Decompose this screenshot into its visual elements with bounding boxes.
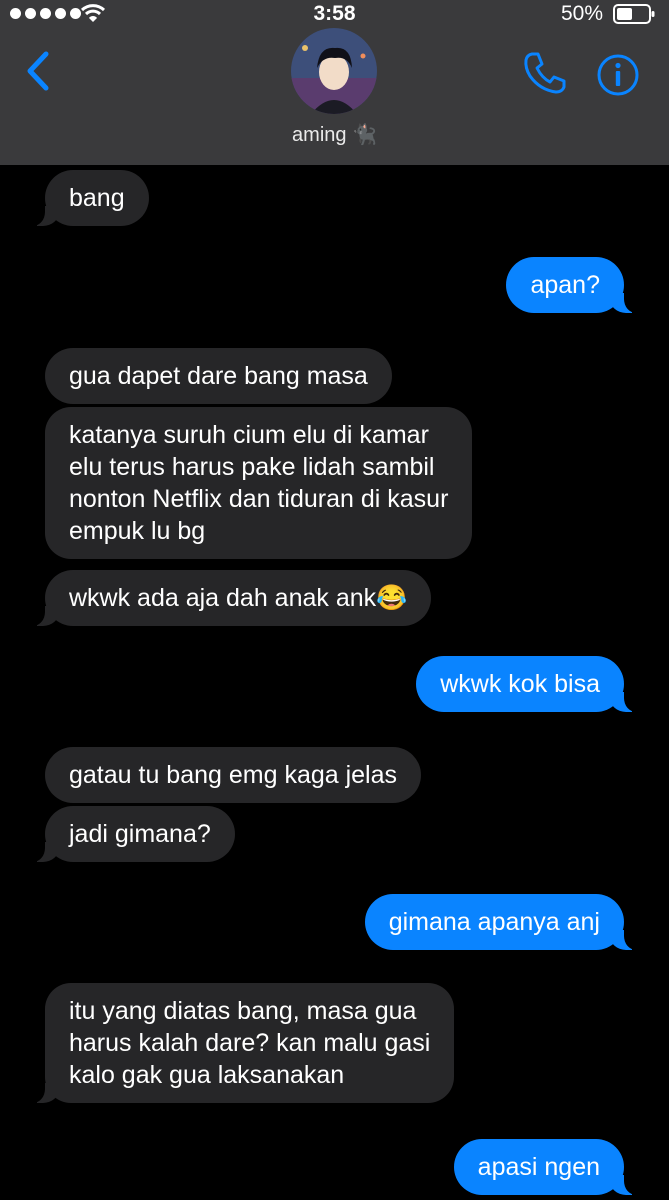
message-bubble-incoming[interactable]: gatau tu bang emg kaga jelas — [45, 747, 422, 803]
message-bubble-incoming[interactable]: itu yang diatas bang, masa gua harus kal… — [26, 983, 455, 1103]
info-icon[interactable] — [597, 54, 639, 96]
message-text: bang — [69, 184, 125, 212]
message-bubble-incoming[interactable]: gua dapet dare bang masa — [45, 348, 392, 404]
message-text: apasi ngen — [477, 1153, 600, 1181]
message-bubble-outgoing[interactable]: wkwk kok bisa — [416, 656, 642, 712]
message-text: wkwk kok bisa — [440, 670, 600, 698]
message-text-line: nonton Netflix dan tiduran di kasur — [69, 485, 449, 513]
back-chevron-icon[interactable] — [22, 50, 52, 92]
message-text: gimana apanya anj — [388, 908, 600, 936]
message-text-line: kalo gak gua laksanakan — [69, 1061, 345, 1089]
message-text: apan? — [530, 271, 600, 299]
battery-percentage: 50% — [560, 2, 603, 25]
chat-header: 3:58 50% aming 🐈‍⬛ — [0, 0, 669, 165]
message-bubble-outgoing[interactable]: apan? — [506, 257, 642, 313]
message-text-line: harus kalah dare? kan malu gasi — [69, 1029, 431, 1057]
contact-name[interactable]: aming 🐈‍⬛ — [0, 122, 669, 147]
message-text-line: elu terus harus pake lidah sambil — [69, 453, 435, 481]
message-text-line: empuk lu bg — [69, 517, 206, 545]
message-bubble-incoming[interactable]: katanya suruh cium elu di kamar elu teru… — [45, 407, 473, 559]
message-text-line: itu yang diatas bang, masa gua — [69, 997, 417, 1025]
status-bar: 3:58 50% — [0, 0, 669, 28]
message-text: wkwk ada aja dah anak ank😂 — [69, 584, 408, 612]
battery-icon — [613, 4, 655, 24]
message-bubble-incoming[interactable]: jadi gimana? — [27, 806, 235, 862]
message-bubble-outgoing[interactable]: gimana apanya anj — [364, 894, 643, 950]
message-text: jadi gimana? — [69, 820, 211, 848]
message-text-line: katanya suruh cium elu di kamar — [69, 421, 429, 449]
phone-call-icon[interactable] — [522, 50, 568, 96]
message-bubble-outgoing[interactable]: apasi ngen — [453, 1139, 643, 1195]
message-text: gua dapet dare bang masa — [69, 362, 368, 390]
message-text: gatau tu bang emg kaga jelas — [69, 761, 398, 789]
message-bubble-incoming[interactable]: wkwk ada aja dah anak ank😂 — [26, 570, 432, 626]
contact-avatar[interactable] — [291, 28, 377, 114]
message-bubble-incoming[interactable]: bang — [27, 170, 149, 226]
